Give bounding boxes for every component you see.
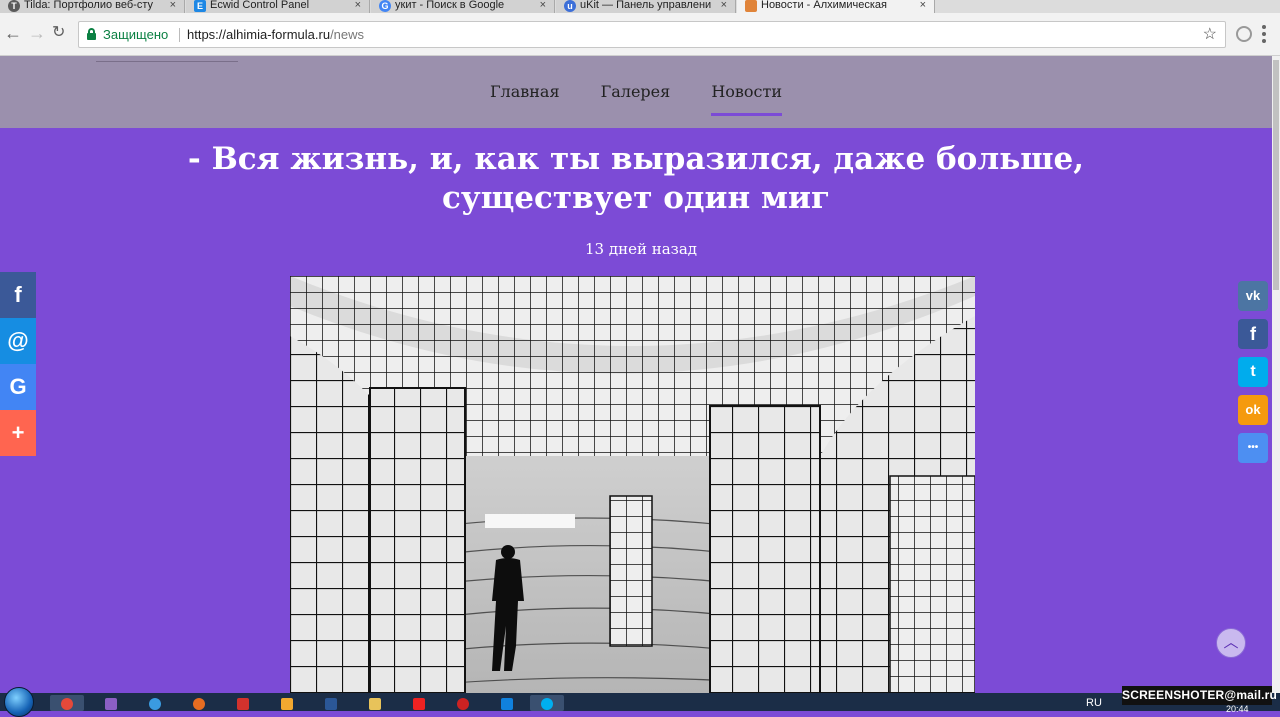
- app-icon[interactable]: [226, 695, 260, 711]
- secure-label: Защищено: [103, 27, 169, 42]
- media-player-icon[interactable]: [270, 695, 304, 711]
- windows-taskbar: RU: [0, 687, 1280, 717]
- mail-ru-icon[interactable]: @: [0, 318, 36, 364]
- back-icon[interactable]: ←: [4, 23, 22, 43]
- dropbox-icon[interactable]: [490, 695, 524, 711]
- divider: [96, 61, 238, 62]
- tab-news[interactable]: Новости - Алхимическая ×: [737, 0, 935, 13]
- close-icon[interactable]: ×: [170, 0, 176, 11]
- screenshoter-watermark: SCREENSHOTER@mail.ru: [1122, 686, 1277, 705]
- page-scrollbar[interactable]: [1272, 56, 1280, 693]
- bookmark-star-icon[interactable]: ☆: [1203, 22, 1217, 47]
- post-date: 13 дней назад: [584, 240, 698, 258]
- visual-studio-icon[interactable]: [94, 695, 128, 711]
- more-vert-icon[interactable]: [1262, 25, 1266, 43]
- chrome-icon[interactable]: [50, 695, 84, 711]
- url-host: https://alhimia-formula.ru: [187, 27, 331, 42]
- url-text[interactable]: https://alhimia-formula.ru/news: [187, 22, 364, 47]
- forward-icon[interactable]: →: [28, 23, 46, 43]
- main-nav: Главная Галерея Новости: [0, 82, 1272, 116]
- chevron-up-icon: ︿: [1223, 634, 1239, 651]
- firefox-icon[interactable]: [182, 695, 216, 711]
- scroll-to-top-button[interactable]: ︿: [1216, 628, 1246, 658]
- ukit-icon: u: [564, 0, 576, 12]
- tab-google[interactable]: Gукит - Поиск в Google ×: [371, 0, 555, 13]
- skype-icon[interactable]: [530, 695, 564, 711]
- share-bar-right: vk f t ok •••: [1238, 281, 1270, 471]
- nav-item-news[interactable]: Новости: [711, 82, 783, 116]
- tab-strip: T Tilda: Портфолио веб-сту × E Ecwid Contro…: [0, 0, 1280, 13]
- tab-title: uKit — Панель управлени: [580, 0, 712, 11]
- language-indicator[interactable]: RU: [1086, 697, 1102, 709]
- ie-icon[interactable]: [138, 695, 172, 711]
- ecwid-icon: E: [194, 0, 206, 12]
- yandex-browser-icon[interactable]: [446, 695, 480, 711]
- tab-tilda[interactable]: T Tilda: Портфолио веб-сту ×: [0, 0, 185, 13]
- folder-icon[interactable]: [358, 695, 392, 711]
- divider: [179, 28, 180, 42]
- post-title: - Вся жизнь, и, как ты выразился, даже б…: [187, 141, 1085, 216]
- reload-icon[interactable]: ↻: [52, 23, 65, 43]
- browser-toolbar: ← → ↻ Защищено https://alhimia-formula.r…: [0, 13, 1280, 56]
- nav-item-home[interactable]: Главная: [490, 82, 560, 116]
- close-icon[interactable]: ×: [540, 0, 546, 11]
- twitter-icon[interactable]: t: [1238, 357, 1268, 387]
- facebook-icon[interactable]: f: [1238, 319, 1268, 349]
- close-icon[interactable]: ×: [920, 0, 926, 11]
- share-bar-left: f @ G +: [0, 272, 36, 456]
- facebook-icon[interactable]: f: [0, 272, 36, 318]
- url-path: /news: [330, 27, 365, 42]
- vk-icon[interactable]: vk: [1238, 281, 1268, 311]
- google-icon[interactable]: G: [0, 364, 36, 410]
- close-icon[interactable]: ×: [355, 0, 361, 11]
- tab-title: укит - Поиск в Google: [395, 0, 505, 11]
- clock[interactable]: 20:44: [1226, 704, 1249, 714]
- tab-title: Новости - Алхимическая: [761, 0, 887, 11]
- site-icon: [745, 0, 757, 12]
- tab-ecwid[interactable]: E Ecwid Control Panel ×: [186, 0, 370, 13]
- google-icon: G: [379, 0, 391, 12]
- site-header: Главная Галерея Новости: [0, 56, 1272, 128]
- odnoklassniki-icon[interactable]: ok: [1238, 395, 1268, 425]
- windows-start-icon[interactable]: [4, 687, 34, 717]
- warped-grid-illusion-image: [290, 276, 975, 693]
- more-icon[interactable]: •••: [1238, 433, 1268, 463]
- post-content: - Вся жизнь, и, как ты выразился, даже б…: [0, 128, 1272, 693]
- post-image: [290, 276, 975, 693]
- tilda-icon: T: [8, 0, 20, 12]
- tab-ukit[interactable]: u uKit — Панель управлени ×: [556, 0, 736, 13]
- extension-icon[interactable]: [1236, 26, 1252, 42]
- lock-icon: [87, 28, 96, 40]
- tab-title: Ecwid Control Panel: [210, 0, 310, 11]
- close-icon[interactable]: ×: [721, 0, 727, 11]
- word-icon[interactable]: [314, 695, 348, 711]
- plus-icon[interactable]: +: [0, 410, 36, 456]
- yandex-icon[interactable]: [402, 695, 436, 711]
- tab-title: Tilda: Портфолио веб-сту: [24, 0, 153, 11]
- address-bar[interactable]: Защищено https://alhimia-formula.ru/news…: [78, 21, 1226, 48]
- nav-item-gallery[interactable]: Галерея: [601, 82, 671, 116]
